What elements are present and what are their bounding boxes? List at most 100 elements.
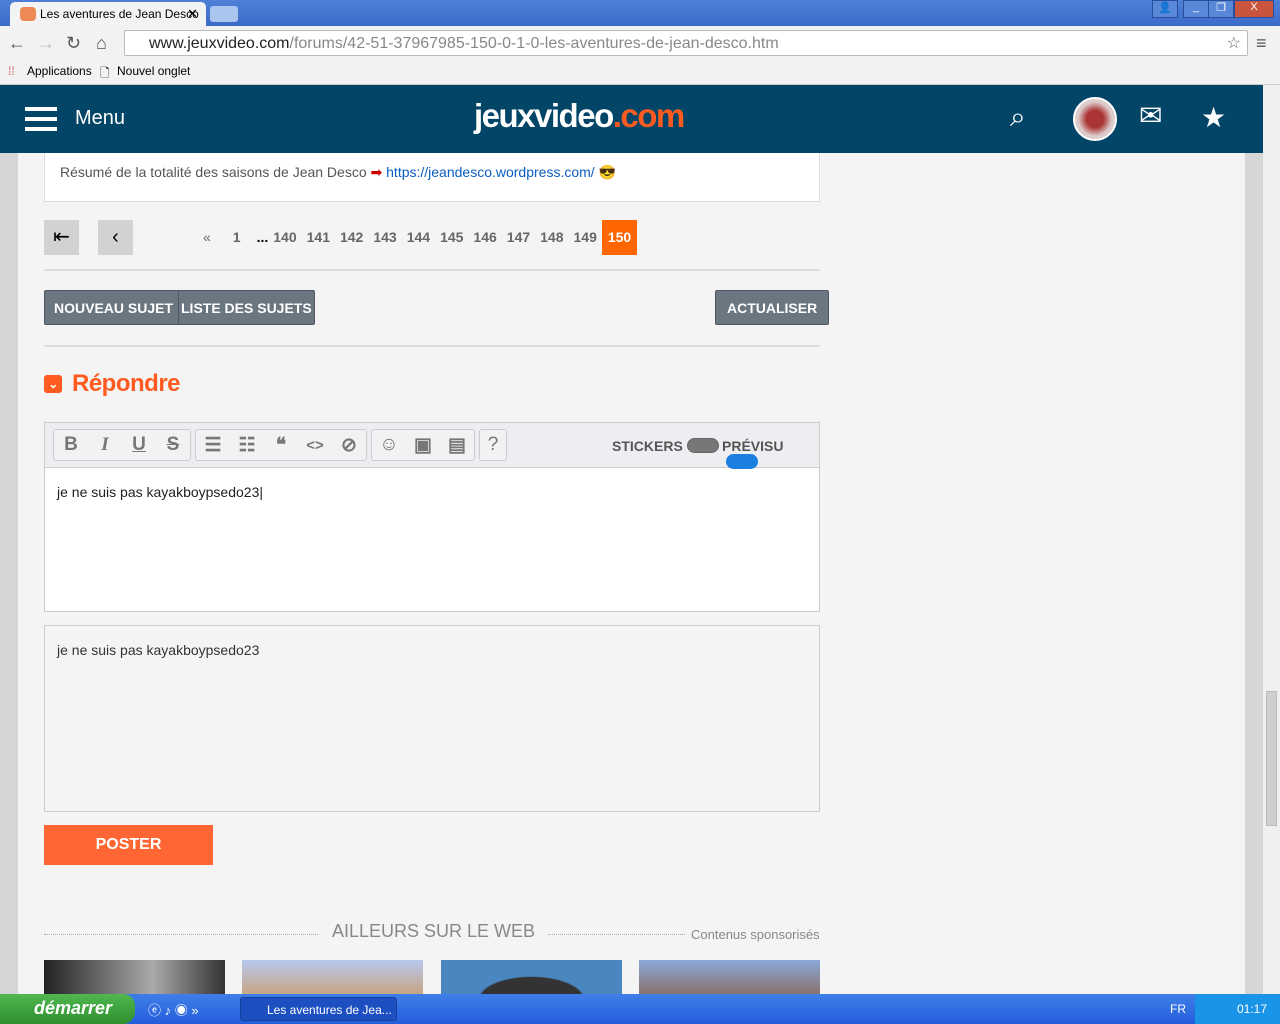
back-icon[interactable]: ←	[8, 33, 26, 54]
bullet-list-icon[interactable]: ☰	[196, 434, 230, 457]
divider	[44, 269, 820, 271]
page-link[interactable]: 145	[435, 220, 468, 255]
signature-text: Résumé de la totalité des saisons de Jea…	[60, 164, 367, 180]
address-bar[interactable]: www.jeuxvideo.com/forums/42-51-37967985-…	[124, 30, 1248, 56]
ad-thumbnail[interactable]	[441, 960, 622, 994]
chrome-menu-icon[interactable]: ≡	[1256, 33, 1267, 54]
quote-icon[interactable]: ❝	[264, 434, 298, 457]
home-icon[interactable]: ⌂	[96, 33, 107, 54]
page-link[interactable]: 142	[335, 220, 368, 255]
close-window-button[interactable]: X	[1234, 0, 1274, 18]
ad-thumbnail[interactable]	[242, 960, 423, 994]
logo-tld: .com	[612, 97, 686, 134]
smiley-icon[interactable]: ☺	[372, 434, 406, 456]
page-link[interactable]: 140	[268, 220, 301, 255]
page-link[interactable]: 148	[535, 220, 568, 255]
bookmark-applications[interactable]: Applications	[27, 64, 92, 78]
page-prev-link[interactable]: «	[198, 220, 216, 255]
quick-launch-icons[interactable]: ⓔ ♪ ◉ »	[148, 1000, 199, 1019]
pagination: « 1 ... 140 141 142 143 144 145 146 147 …	[198, 220, 638, 255]
site-header: Menu jeuxvideo.com ⌕ ✉ ★	[0, 85, 1263, 153]
sponsored-label: Contenus sponsorisés	[691, 927, 820, 942]
toggle-off-icon[interactable]	[686, 438, 719, 453]
preview-label: PRÉVISU	[722, 438, 784, 454]
site-logo[interactable]: jeuxvideo.com	[474, 97, 686, 135]
avatar[interactable]	[1073, 97, 1117, 141]
image-icon[interactable]: ▣	[406, 434, 440, 457]
minimize-button[interactable]: _	[1183, 0, 1209, 18]
ad-thumbnail[interactable]	[639, 960, 820, 994]
reload-icon[interactable]: ↻	[66, 33, 81, 54]
bookmarks-bar: ⁞⁞ Applications 🗋 Nouvel onglet	[0, 60, 1280, 85]
page-link[interactable]: 1	[228, 220, 246, 255]
bookmark-new-tab[interactable]: Nouvel onglet	[117, 64, 190, 78]
message-textarea[interactable]: je ne suis pas kayakboypsedo23|	[45, 468, 819, 516]
task-label: Les aventures de Jea...	[267, 1003, 392, 1017]
user-icon[interactable]: 👤	[1152, 0, 1178, 18]
message-editor: BIUS ☰ ☷ ❝ <> ⊘ ☺ ▣ ▤ ? STICKERS PRÉVISU je ne…	[44, 422, 820, 612]
new-topic-button[interactable]: NOUVEAU SUJET	[44, 290, 184, 325]
current-page: 150	[601, 220, 638, 255]
ad-thumbnail[interactable]	[44, 960, 225, 994]
menu-button[interactable]: Menu	[75, 107, 125, 130]
spoiler-icon[interactable]: ⊘	[332, 434, 366, 457]
code-icon[interactable]: <>	[298, 437, 332, 454]
taskbar-item-chrome[interactable]: Les aventures de Jea...	[240, 997, 397, 1021]
page-link[interactable]: 149	[569, 220, 602, 255]
page-link[interactable]: 143	[368, 220, 401, 255]
strikethrough-icon[interactable]: S	[156, 434, 190, 456]
tab-title: Les aventures de Jean Desco	[40, 7, 199, 21]
taskbar: démarrer ⓔ ♪ ◉ » Les aventures de Jea...…	[0, 994, 1280, 1024]
help-group: ?	[479, 429, 507, 461]
refresh-button[interactable]: ACTUALISER	[715, 290, 830, 325]
video-icon[interactable]: ▤	[440, 434, 474, 457]
page-link[interactable]: 144	[402, 220, 435, 255]
underline-icon[interactable]: U	[122, 434, 156, 456]
apps-icon: ⁞⁞	[8, 64, 15, 78]
page-link[interactable]: 141	[302, 220, 335, 255]
italic-icon[interactable]: I	[88, 434, 122, 456]
reply-title: Répondre	[72, 370, 181, 397]
chevron-down-icon: ⌄	[44, 375, 62, 393]
page-link[interactable]: 146	[468, 220, 501, 255]
preview-toggle[interactable]: PRÉVISU	[722, 438, 819, 470]
stickers-toggle[interactable]: STICKERS	[612, 438, 719, 454]
url-host: www.jeuxvideo.com	[149, 35, 290, 52]
favicon-icon	[20, 7, 36, 21]
close-tab-icon[interactable]: ✕	[187, 6, 198, 22]
signature-link[interactable]: https://jeandesco.wordpress.com/	[386, 164, 595, 180]
page-ellipsis: ...	[256, 229, 269, 245]
menu-icon[interactable]	[25, 107, 57, 131]
divider	[548, 934, 685, 935]
language-indicator[interactable]: FR	[1170, 1002, 1186, 1016]
numbered-list-icon[interactable]: ☷	[230, 434, 264, 457]
reply-heading[interactable]: ⌄ Répondre	[44, 370, 181, 398]
divider	[44, 934, 318, 935]
url-path: /forums/42-51-37967985-150-0-1-0-les-ave…	[289, 35, 779, 52]
scrollbar-thumb[interactable]	[1266, 691, 1277, 826]
page-link[interactable]: 147	[502, 220, 535, 255]
format-group: BIUS	[53, 429, 191, 461]
star-bookmark-icon[interactable]: ☆	[1227, 33, 1241, 53]
scrollbar[interactable]	[1263, 85, 1280, 994]
toggle-on-icon[interactable]	[726, 454, 758, 469]
post-button[interactable]: POSTER	[44, 825, 213, 865]
topic-list-button[interactable]: LISTE DES SUJETS	[178, 290, 315, 325]
browser-toolbar: ← → ↻ ⌂ www.jeuxvideo.com/forums/42-51-3…	[0, 26, 1280, 60]
new-tab-button[interactable]	[210, 6, 238, 22]
browser-tab[interactable]: Les aventures de Jean Desco ✕	[10, 2, 206, 26]
start-button[interactable]: démarrer	[0, 994, 135, 1024]
mail-icon[interactable]: ✉	[1139, 99, 1162, 132]
title-bar: Les aventures de Jean Desco ✕ 👤 _ ❐ X	[0, 0, 1280, 26]
favorites-star-icon[interactable]: ★	[1201, 101, 1226, 134]
forward-icon[interactable]: →	[37, 33, 55, 54]
prev-page-button[interactable]: ‹	[98, 220, 133, 255]
bold-icon[interactable]: B	[54, 434, 88, 456]
search-icon[interactable]: ⌕	[1010, 101, 1026, 134]
start-label: démarrer	[34, 998, 113, 1018]
arrow-right-icon: ➡	[370, 164, 383, 180]
main-content: Résumé de la totalité des saisons de Jea…	[18, 153, 1245, 994]
first-page-button[interactable]: ⇤	[44, 220, 79, 255]
maximize-button[interactable]: ❐	[1208, 0, 1234, 18]
help-icon[interactable]: ?	[480, 434, 506, 456]
